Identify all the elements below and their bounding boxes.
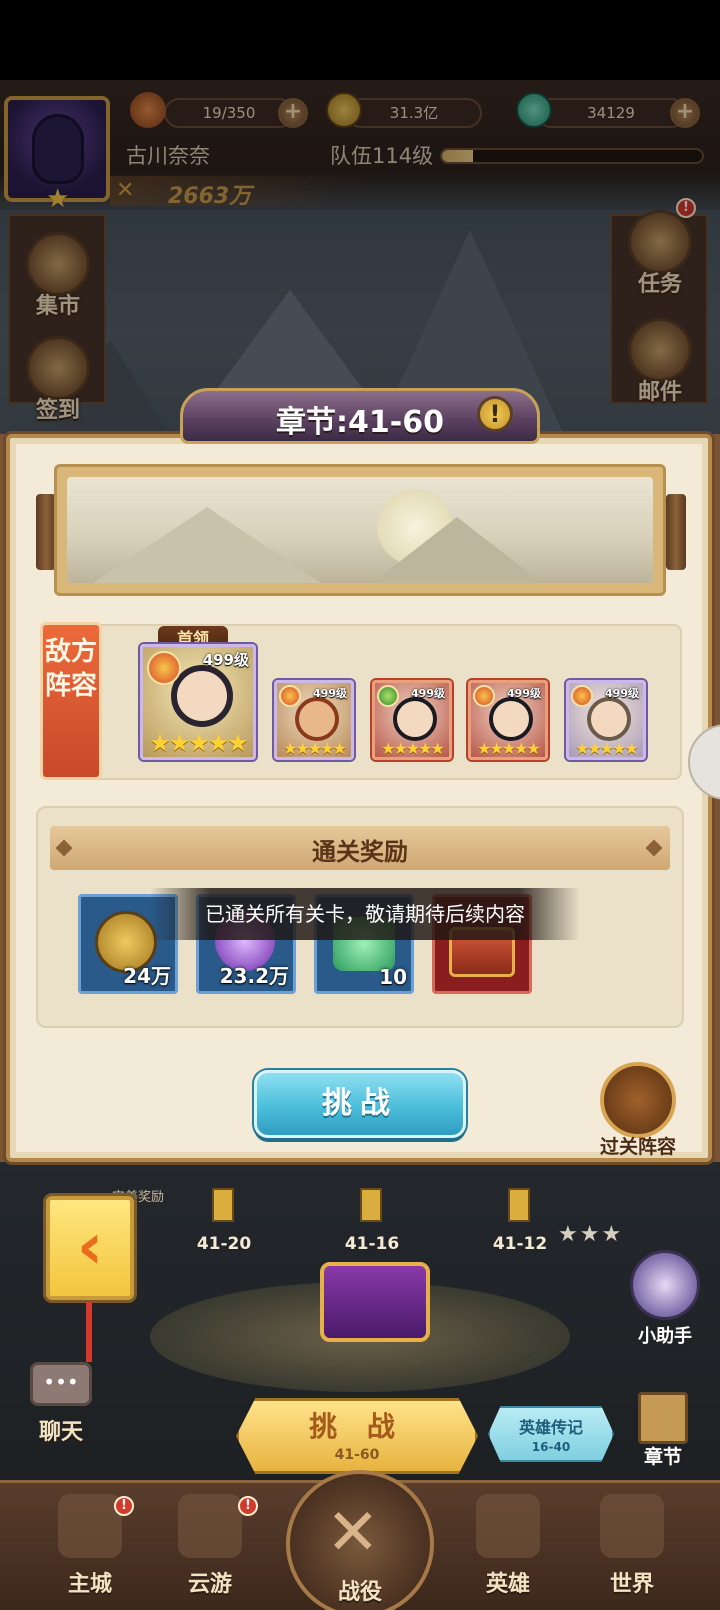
hero-legend-label: 英雄传记 [518,1418,583,1437]
mountain-shape [367,517,547,583]
mountain-icon [600,1494,664,1558]
enemy-portrait [393,697,437,741]
fire-element-icon [279,685,301,707]
fire-element-icon [571,685,593,707]
stage-flag [360,1188,382,1222]
yin-yang-cloud-icon [178,1494,242,1558]
chat-bubble-icon: ••• [30,1362,92,1406]
nav-world[interactable]: 世界 [570,1480,694,1610]
enemy-level: 499级 [605,687,639,700]
chapter-scroll-painting [54,464,666,596]
nav-label: 云游 [187,1572,232,1597]
nav-label: 世界 [609,1572,654,1597]
hero-legend-button[interactable]: 英雄传记 16-40 [488,1406,614,1462]
toast-message: 已通关所有关卡，敬请期待后续内容 [150,888,580,940]
enemy-stars: ★★★★★ [283,739,347,758]
enemy-level: 499级 [202,651,249,669]
fire-element-icon [147,651,181,685]
enemy-boss-card[interactable]: 499级 ★★★★★ [140,644,256,760]
chapter-label: 章节 [643,1446,682,1468]
stage-stars: ★★★ [558,1222,624,1247]
reward-count: 23.2万 [219,964,289,988]
nav-battle[interactable]: ✕ 战役 [286,1470,434,1610]
landscape-painting [67,477,653,583]
enemy-card[interactable]: 499级 ★★★★★ [274,680,354,760]
enemy-portrait [587,697,631,741]
map-challenge-button[interactable]: 挑 战 41-60 [236,1398,478,1474]
stage-flag [212,1188,234,1222]
challenge-button[interactable]: 挑战 [254,1070,466,1138]
enemy-portrait [489,697,533,741]
helper-avatar [630,1250,700,1320]
book-icon [638,1392,688,1444]
stage-node[interactable]: 41-20 [184,1234,264,1254]
reward-count: 24万 [123,964,171,988]
travel-alert-badge: ! [238,1496,258,1516]
back-arrow-button[interactable]: ‹ [46,1196,134,1300]
enemy-portrait [171,665,233,727]
map-challenge-range: 41-60 [334,1447,380,1463]
enemy-stars: ★★★★★ [381,739,445,758]
reward-header-title: 通关奖励 [312,838,408,866]
clear-lineup-label: 过关阵容 [599,1136,676,1158]
reward-header: 通关奖励 [50,826,670,870]
nature-element-icon [377,685,399,707]
clear-lineup-button[interactable]: 过关阵容 [588,1062,688,1162]
enemy-level: 499级 [313,687,347,700]
enemy-card[interactable]: 499级 ★★★★★ [566,680,646,760]
map-challenge-label: 挑 战 [309,1410,405,1443]
chat-button[interactable]: ••• 聊天 [24,1362,104,1446]
enemy-card[interactable]: 499级 ★★★★★ [372,680,452,760]
enemy-level: 499级 [507,687,541,700]
enemy-portrait [295,697,339,741]
nav-label: 战役 [337,1580,382,1605]
info-button[interactable]: ! [477,396,513,432]
enemy-stars: ★★★★★ [477,739,541,758]
bar-chart-icon [600,1062,676,1138]
stage-node[interactable]: 41-12 [480,1234,560,1254]
nav-label: 英雄 [485,1572,530,1597]
status-bar [0,0,720,80]
enemy-stars: ★★★★★ [149,729,249,757]
fire-element-icon [473,685,495,707]
helper-button[interactable]: 小助手 [622,1250,712,1350]
chapter-button[interactable]: 章节 [628,1392,700,1478]
hero-legend-range: 16-40 [531,1440,571,1454]
scroll-rod-right [666,494,686,570]
enemy-lineup-tag: 敌方阵容 [40,622,102,780]
helmet-icon [476,1494,540,1558]
helper-label: 小助手 [638,1326,692,1347]
nav-main-city[interactable]: 主城 [28,1480,152,1610]
crossed-swords-icon: ✕ [326,1496,380,1570]
back-button-tassel [86,1302,92,1362]
enemy-stars: ★★★★★ [575,739,639,758]
nav-label: 主城 [67,1572,112,1597]
palace-icon [58,1494,122,1558]
stage-flag [508,1188,530,1222]
scroll-rod-left [36,494,56,570]
enemy-level: 499级 [411,687,445,700]
nav-heroes[interactable]: 英雄 [446,1480,570,1610]
main-city-alert-badge: ! [114,1496,134,1516]
enemy-card[interactable]: 499级 ★★★★★ [468,680,548,760]
stage-node[interactable]: 41-16 [332,1234,412,1254]
chat-label: 聊天 [38,1420,83,1445]
treasure-chest-icon[interactable] [320,1262,430,1342]
reward-count: 10 [379,965,407,989]
mountain-shape [87,507,327,583]
